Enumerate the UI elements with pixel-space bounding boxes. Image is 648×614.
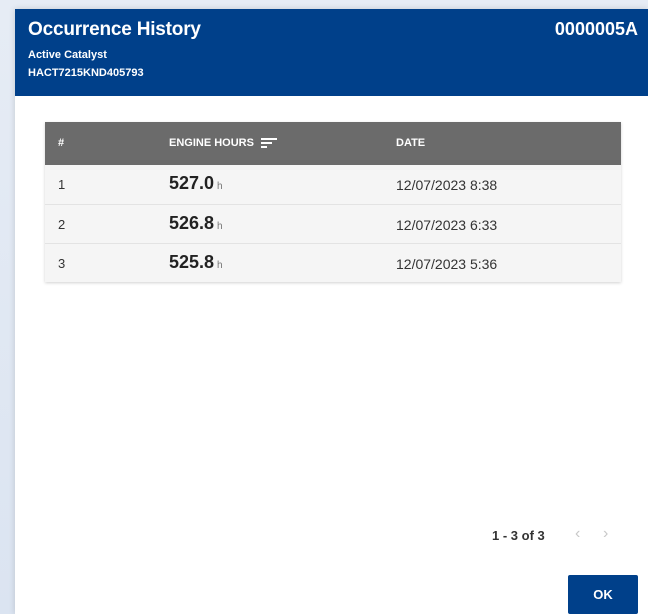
engine-hours-value: 526.8 (169, 213, 215, 233)
serial-number: HACT7215KND405793 (28, 67, 144, 79)
row-index: 3 (58, 256, 66, 271)
engine-hours-unit: h (217, 221, 223, 232)
column-header-index: # (58, 137, 65, 149)
table-header: # ENGINE HOURS DATE (45, 122, 621, 165)
date-cell: 12/07/2023 5:36 (396, 256, 498, 272)
chevron-left-icon[interactable]: ‹ (575, 525, 580, 543)
engine-hours-cell: 525.8 h (169, 252, 223, 273)
table-row: 2 526.8 h 12/07/2023 6:33 (45, 204, 621, 243)
dialog-subtitle: Active Catalyst (28, 49, 107, 61)
engine-hours-value: 527.0 (169, 173, 215, 193)
table-row: 1 527.0 h 12/07/2023 8:38 (45, 165, 621, 204)
engine-hours-cell: 527.0 h (169, 173, 223, 194)
row-index: 1 (58, 177, 66, 192)
dialog-header: Occurrence History Active Catalyst HACT7… (15, 9, 648, 96)
column-header-engine-hours[interactable]: ENGINE HOURS (169, 137, 277, 149)
engine-hours-cell: 526.8 h (169, 213, 223, 234)
ok-button[interactable]: OK (568, 575, 638, 614)
chevron-right-icon[interactable]: › (603, 525, 608, 543)
table-row: 3 525.8 h 12/07/2023 5:36 (45, 243, 621, 282)
date-cell: 12/07/2023 6:33 (396, 217, 498, 233)
fault-code: 0000005A (554, 19, 638, 39)
date-cell: 12/07/2023 8:38 (396, 177, 498, 193)
occurrence-history-dialog: Occurrence History Active Catalyst HACT7… (15, 9, 648, 614)
occurrence-table: # ENGINE HOURS DATE 1 527.0 h 12/07/2023 … (45, 122, 621, 282)
sort-icon[interactable] (260, 138, 277, 148)
column-header-date: DATE (396, 137, 426, 149)
engine-hours-unit: h (217, 260, 223, 271)
dialog-title: Occurrence History (28, 19, 201, 40)
pagination-label: 1 - 3 of 3 (492, 528, 545, 543)
row-index: 2 (58, 217, 66, 232)
engine-hours-unit: h (217, 181, 223, 192)
column-header-engine-hours-label: ENGINE HOURS (169, 137, 254, 149)
engine-hours-value: 525.8 (169, 252, 215, 272)
